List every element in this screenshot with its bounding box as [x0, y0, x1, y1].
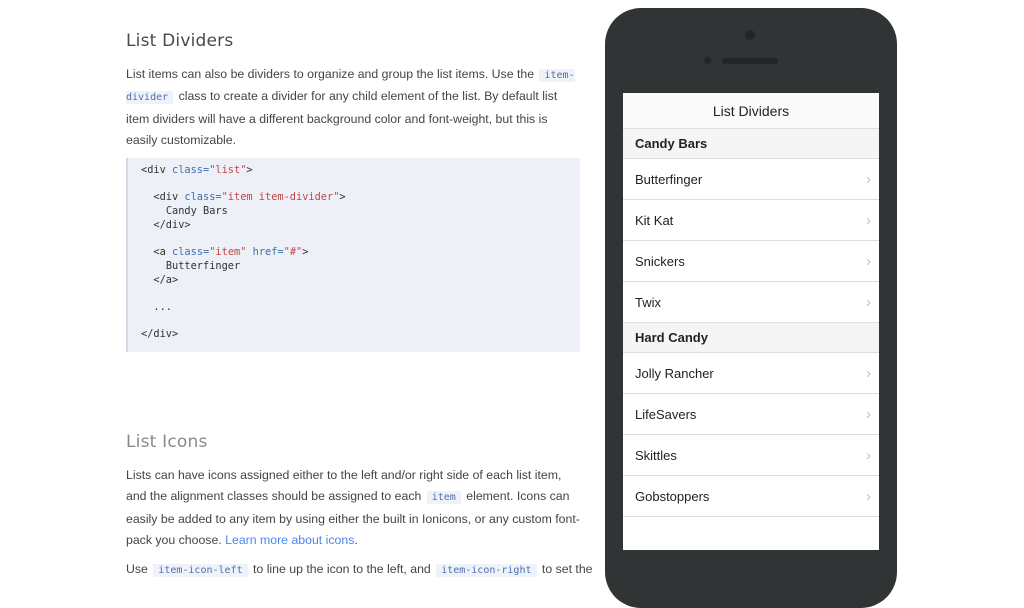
- inline-code-item-icon-left: item-icon-left: [153, 564, 248, 577]
- chevron-right-icon: ›: [866, 405, 871, 423]
- chevron-right-icon: ›: [866, 487, 871, 505]
- sensor-icon: [704, 57, 711, 64]
- list-item-butterfinger[interactable]: Butterfinger ›: [623, 159, 879, 200]
- list-item-kit-kat[interactable]: Kit Kat ›: [623, 200, 879, 241]
- chevron-right-icon: ›: [866, 446, 871, 464]
- phone-screen: List Dividers Candy Bars Butterfinger › K…: [623, 93, 879, 550]
- list-item-gobstoppers[interactable]: Gobstoppers ›: [623, 476, 879, 517]
- camera-icon: [745, 30, 755, 40]
- paragraph-text: List items can also be dividers to organ…: [126, 67, 535, 81]
- inline-code-item: item: [426, 491, 461, 505]
- list-item-lifesavers[interactable]: LifeSavers ›: [623, 394, 879, 435]
- chevron-right-icon: ›: [866, 170, 871, 188]
- list-icons-paragraph: Lists can have icons assigned either to …: [126, 468, 580, 547]
- list-dividers-paragraph: List items can also be dividers to organ…: [126, 64, 580, 151]
- list-item-snickers[interactable]: Snickers ›: [623, 241, 879, 282]
- section-title-list-dividers: List Dividers: [126, 31, 234, 51]
- list-item-jolly-rancher[interactable]: Jolly Rancher ›: [623, 353, 879, 394]
- list-divider-hard-candy: Hard Candy: [623, 323, 879, 353]
- learn-more-icons-link[interactable]: Learn more about icons: [225, 533, 354, 547]
- header-bar: List Dividers: [623, 93, 879, 129]
- chevron-right-icon: ›: [866, 252, 871, 270]
- chevron-right-icon: ›: [866, 293, 871, 311]
- cut-off-paragraph: Use item-icon-left to line up the icon t…: [126, 562, 593, 577]
- list-item-twix[interactable]: Twix ›: [623, 282, 879, 323]
- chevron-right-icon: ›: [866, 364, 871, 382]
- section-title-list-icons: List Icons: [126, 432, 208, 452]
- header-title: List Dividers: [712, 102, 790, 119]
- chevron-right-icon: ›: [866, 211, 871, 229]
- paragraph-text: class to create a divider for any child …: [126, 89, 558, 147]
- code-example: <div class="list"> <div class="item item…: [126, 158, 580, 352]
- speaker-icon: [722, 58, 778, 64]
- list-divider-candy-bars: Candy Bars: [623, 129, 879, 159]
- list-item-skittles[interactable]: Skittles ›: [623, 435, 879, 476]
- inline-code-item-icon-right: item-icon-right: [436, 564, 537, 577]
